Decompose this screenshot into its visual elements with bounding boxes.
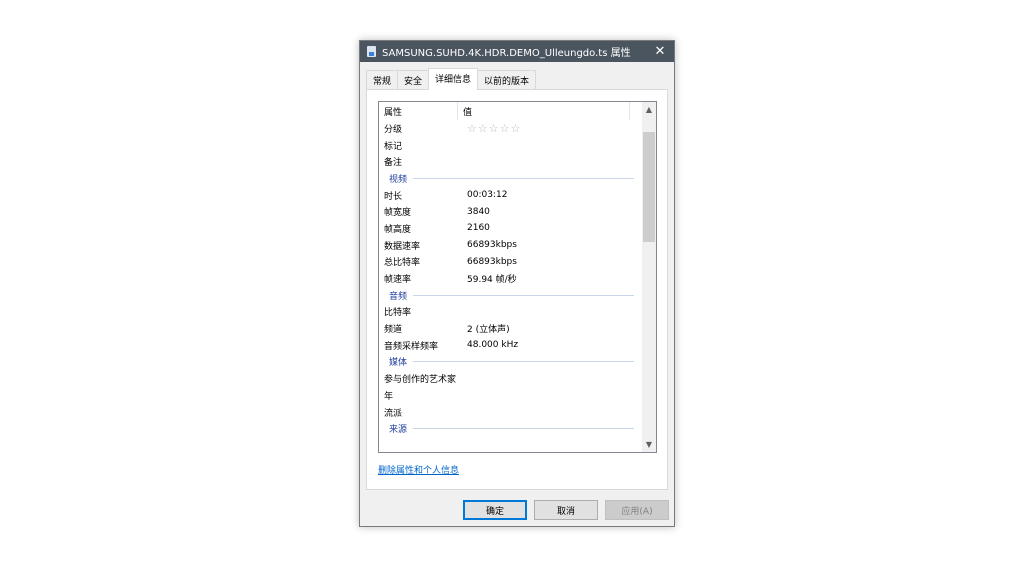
tab-general[interactable]: 常规 bbox=[366, 70, 399, 90]
rating-stars[interactable]: ☆☆☆☆☆ bbox=[462, 122, 521, 135]
property-name: 数据速率 bbox=[384, 241, 421, 252]
list-item[interactable]: 数据速率 66893kbps bbox=[379, 237, 656, 254]
property-value: 00:03:12 bbox=[467, 190, 508, 201]
title-bar: SAMSUNG.SUHD.4K.HDR.DEMO_Ulleungdo.ts 属性… bbox=[360, 41, 674, 62]
tab-details[interactable]: 详细信息 bbox=[428, 68, 479, 90]
group-header: 视频 bbox=[379, 170, 656, 187]
property-value: 2160 bbox=[467, 223, 490, 234]
tab-previous-versions[interactable]: 以前的版本 bbox=[477, 70, 537, 90]
property-value: 59.94 帧/秒 bbox=[467, 275, 517, 286]
list-item[interactable]: 参与创作的艺术家 bbox=[379, 370, 656, 387]
scroll-down-icon[interactable]: ▼ bbox=[642, 440, 656, 449]
group-header: 音频 bbox=[379, 287, 656, 304]
file-icon bbox=[367, 46, 376, 57]
property-value: 48.000 kHz bbox=[467, 340, 519, 351]
list-item[interactable]: 标记 bbox=[379, 137, 656, 154]
property-name: 比特率 bbox=[384, 308, 412, 319]
property-name: 帧速率 bbox=[384, 275, 412, 286]
property-name: 年 bbox=[384, 391, 394, 402]
list-item[interactable]: 音频采样频率 48.000 kHz bbox=[379, 337, 656, 354]
list-item[interactable]: 年 bbox=[379, 387, 656, 404]
details-panel: 属性 值 分级 ☆☆☆☆☆ 标记备注视频时长 00:03:12 帧宽度 3840 帧高度 2… bbox=[366, 89, 668, 490]
property-name: 参与创作的艺术家 bbox=[384, 375, 457, 386]
property-value: 3840 bbox=[467, 206, 490, 217]
scroll-up-icon[interactable]: ▲ bbox=[642, 105, 656, 114]
list-item[interactable]: 流派 bbox=[379, 404, 656, 421]
property-name: 时长 bbox=[384, 191, 403, 202]
list-item[interactable]: 频道 2 (立体声) bbox=[379, 320, 656, 337]
group-label: 音频 bbox=[389, 291, 408, 302]
group-header: 来源 bbox=[379, 420, 656, 437]
properties-dialog: SAMSUNG.SUHD.4K.HDR.DEMO_Ulleungdo.ts 属性… bbox=[359, 40, 675, 527]
scrollbar[interactable]: ▲ ▼ bbox=[642, 102, 656, 452]
column-header-property[interactable]: 属性 bbox=[379, 102, 458, 120]
ok-button[interactable]: 确定 bbox=[463, 500, 527, 520]
list-item[interactable]: 分级 ☆☆☆☆☆ bbox=[379, 120, 656, 137]
group-label: 视频 bbox=[389, 174, 408, 185]
property-name: 标记 bbox=[384, 141, 403, 152]
list-item[interactable]: 帧宽度 3840 bbox=[379, 203, 656, 220]
list-item[interactable]: 总比特率 66893kbps bbox=[379, 254, 656, 271]
list-item[interactable]: 帧高度 2160 bbox=[379, 220, 656, 237]
dialog-title: SAMSUNG.SUHD.4K.HDR.DEMO_Ulleungdo.ts 属性 bbox=[382, 48, 631, 59]
property-value: 66893kbps bbox=[467, 256, 517, 267]
property-value: 2 (立体声) bbox=[467, 325, 510, 336]
property-name: 备注 bbox=[384, 158, 403, 169]
list-item[interactable]: 帧速率 59.94 帧/秒 bbox=[379, 270, 656, 287]
group-label: 媒体 bbox=[389, 358, 408, 369]
cancel-button[interactable]: 取消 bbox=[534, 500, 598, 520]
property-value: 66893kbps bbox=[467, 240, 517, 251]
list-item[interactable]: 备注 bbox=[379, 153, 656, 170]
property-name: 帧高度 bbox=[384, 224, 412, 235]
group-header: 媒体 bbox=[379, 354, 656, 371]
property-name: 频道 bbox=[384, 325, 403, 336]
apply-button[interactable]: 应用(A) bbox=[605, 500, 669, 520]
remove-properties-link[interactable]: 删除属性和个人信息 bbox=[378, 463, 459, 476]
column-header-value[interactable]: 值 bbox=[458, 102, 630, 120]
property-list[interactable]: 属性 值 分级 ☆☆☆☆☆ 标记备注视频时长 00:03:12 帧宽度 3840 帧高度 2… bbox=[378, 101, 657, 453]
property-name: 音频采样频率 bbox=[384, 341, 439, 352]
property-name: 帧宽度 bbox=[384, 208, 412, 219]
property-name: 流派 bbox=[384, 408, 403, 419]
close-button[interactable]: ✕ bbox=[646, 44, 674, 59]
list-item[interactable]: 比特率 bbox=[379, 304, 656, 321]
list-item[interactable]: 时长 00:03:12 bbox=[379, 187, 656, 204]
tab-security[interactable]: 安全 bbox=[397, 70, 430, 90]
property-name: 总比特率 bbox=[384, 258, 421, 269]
group-label: 来源 bbox=[389, 425, 408, 436]
scrollbar-thumb[interactable] bbox=[643, 132, 655, 242]
